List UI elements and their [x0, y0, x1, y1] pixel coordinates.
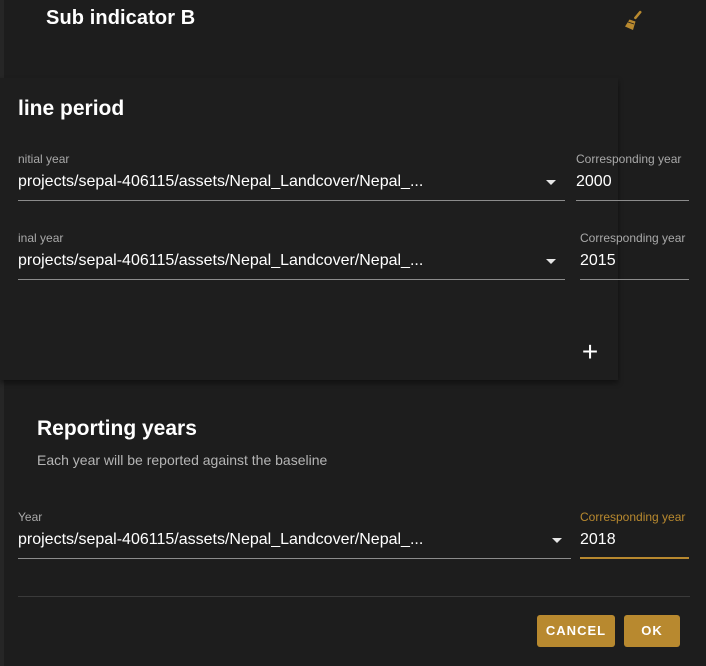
- baseline-heading: line period: [18, 97, 125, 120]
- initial-year-underline: [18, 200, 565, 201]
- final-corresponding-year-label: Corresponding year: [580, 231, 686, 245]
- caret-down-icon[interactable]: [552, 538, 562, 543]
- initial-year-label: nitial year: [18, 152, 70, 166]
- plus-icon: +: [581, 336, 599, 367]
- initial-corresponding-year-underline: [576, 200, 689, 201]
- baseline-card: [0, 78, 618, 380]
- cancel-button[interactable]: CANCEL: [537, 615, 615, 647]
- add-year-button[interactable]: +: [574, 336, 606, 368]
- reporting-corresponding-year-underline: [580, 557, 689, 559]
- final-corresponding-year-underline: [580, 279, 689, 280]
- actions-divider: [18, 596, 690, 597]
- ok-button[interactable]: OK: [624, 615, 680, 647]
- reporting-subtitle: Each year will be reported against the b…: [37, 452, 328, 468]
- caret-down-icon[interactable]: [546, 180, 556, 185]
- final-year-label: inal year: [18, 231, 64, 245]
- initial-corresponding-year-input[interactable]: 2000: [576, 173, 612, 191]
- initial-corresponding-year-label: Corresponding year: [576, 152, 682, 166]
- reporting-year-select[interactable]: projects/sepal-406115/assets/Nepal_Landc…: [18, 531, 423, 549]
- final-year-select[interactable]: projects/sepal-406115/assets/Nepal_Landc…: [18, 252, 423, 270]
- reporting-corresponding-year-input[interactable]: 2018: [580, 531, 616, 549]
- broom-icon[interactable]: [622, 9, 646, 33]
- initial-year-select[interactable]: projects/sepal-406115/assets/Nepal_Landc…: [18, 173, 423, 191]
- reporting-corresponding-year-label: Corresponding year: [580, 510, 686, 524]
- reporting-year-label: Year: [18, 510, 43, 524]
- final-corresponding-year-input[interactable]: 2015: [580, 252, 616, 270]
- dialog-title: Sub indicator B: [46, 7, 196, 29]
- reporting-year-underline: [18, 558, 571, 559]
- caret-down-icon[interactable]: [546, 259, 556, 264]
- final-year-underline: [18, 279, 565, 280]
- reporting-heading: Reporting years: [37, 417, 197, 440]
